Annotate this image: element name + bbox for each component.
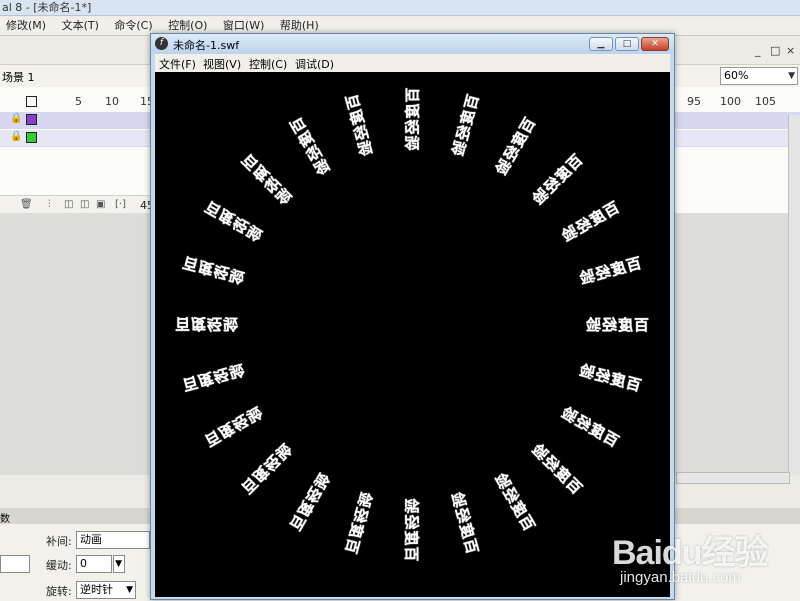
horizontal-scrollbar[interactable] [676, 472, 790, 484]
ring-text-label: 百度经验 [285, 469, 333, 534]
rotate-select[interactable]: 逆时针 ▼ [76, 581, 136, 599]
swf-menu-view[interactable]: 视图(V) [203, 56, 241, 72]
swf-menu-control[interactable]: 控制(C) [249, 56, 287, 72]
ring-text-label: 百度经验 [585, 315, 650, 334]
tween-value: 动画 [80, 533, 102, 546]
baidu-jingyan-watermark: Baidu经验 jingyan.baidu.com [612, 525, 797, 597]
ring-text-label: 百度经验 [237, 439, 296, 498]
ruler-tick: 100 [720, 95, 741, 108]
maximize-button[interactable]: □ [615, 37, 639, 51]
ring-text-label: 百度经验 [557, 403, 622, 451]
ruler-tick: 105 [755, 95, 776, 108]
chevron-down-icon: ▼ [788, 71, 795, 81]
timeline-ruler-left: 5 10 15 [0, 92, 155, 110]
watermark-url: jingyan.baidu.com [620, 569, 741, 586]
swf-menu-file[interactable]: 文件(F) [159, 56, 196, 72]
watermark-logo: Baidu经验 [612, 534, 768, 572]
ring-text-label: 百度经验 [448, 92, 483, 160]
swf-menu-bar: 文件(F) 视图(V) 控制(C) 调试(D) [155, 54, 670, 72]
vertical-scrollbar[interactable] [788, 115, 800, 475]
lock-icon[interactable]: 🔒 [10, 131, 22, 142]
ease-input[interactable]: 0 [76, 555, 112, 573]
swf-window-title: 未命名-1.swf [173, 39, 240, 52]
doc-close-button[interactable]: × [786, 44, 795, 57]
ring-text-label: 百度经验 [341, 488, 376, 556]
ring-text-label: 百度经验 [201, 402, 267, 450]
ruler-tick: 10 [105, 95, 119, 108]
app-title-bar: al 8 - [未命名-1*] [0, 0, 800, 16]
ring-text-label: 百度经验 [180, 359, 248, 394]
lock-icon[interactable]: 🔒 [10, 113, 22, 124]
chevron-down-icon: ▼ [115, 559, 122, 569]
edit-multiple-icon[interactable]: ▣ [96, 199, 105, 210]
minimize-button[interactable]: ▁ [589, 37, 613, 51]
playhead-center-icon[interactable]: ⫶ [48, 199, 51, 210]
doc-minimize-button[interactable]: _ [755, 44, 761, 57]
doc-restore-button[interactable]: □ [770, 44, 780, 57]
ruler-tick: 5 [75, 95, 82, 108]
ring-text-label: 百度经验 [175, 314, 240, 333]
ring-text-label: 百度经验 [490, 469, 538, 535]
scene-label[interactable]: 场景 1 [2, 69, 35, 85]
onion-outline-icon[interactable]: ◫ [80, 199, 89, 210]
ring-text-label: 百度经验 [527, 440, 586, 499]
ring-text-label: 百度经验 [202, 197, 267, 245]
ring-text-label: 百度经验 [576, 360, 644, 395]
zoom-select[interactable]: 60% ▼ [720, 67, 798, 85]
trash-icon[interactable]: 🗑 [20, 199, 33, 210]
zoom-value: 60% [724, 69, 749, 82]
ring-text-label: 百度经验 [180, 253, 248, 288]
ease-value: 0 [80, 557, 87, 570]
swf-title-bar[interactable]: f 未命名-1.swf ▁ □ ✕ [151, 34, 674, 54]
layer-color-swatch[interactable] [26, 132, 37, 143]
onion-markers-icon[interactable]: [·] [115, 199, 126, 210]
rotate-value: 逆时针 [80, 583, 113, 596]
ring-text-label: 百度经验 [557, 198, 623, 246]
chevron-down-icon: ▼ [126, 585, 133, 595]
ring-text-label: 百度经验 [402, 496, 421, 562]
ruler-tick: 95 [687, 95, 701, 108]
ring-text-label: 百度经验 [403, 86, 422, 152]
swf-preview-window: f 未命名-1.swf ▁ □ ✕ 文件(F) 视图(V) 控制(C) 调试(D… [150, 33, 675, 600]
ring-text-label: 百度经验 [342, 92, 377, 160]
ring-text-label: 百度经验 [447, 488, 482, 556]
tween-label: 补间: [46, 535, 72, 548]
outline-icon[interactable] [26, 96, 37, 107]
timeline-toolbar: 🗑 ⫶ ◫ ◫ ▣ [·] 45 [0, 195, 160, 214]
menu-modify[interactable]: 修改(M) [0, 17, 52, 35]
rotate-label: 旋转: [46, 585, 72, 598]
timeline-ruler-right: 95 100 105 [675, 92, 800, 110]
ring-text-label: 百度经验 [576, 254, 644, 289]
tween-select[interactable]: 动画 [76, 531, 150, 549]
ring-text-label: 百度经验 [491, 114, 539, 179]
menu-text[interactable]: 文本(T) [56, 17, 105, 35]
ease-label: 缓动: [46, 559, 72, 572]
ring-text-label: 百度经验 [286, 113, 334, 179]
properties-side-field[interactable] [0, 555, 30, 573]
ring-text-label: 百度经验 [238, 149, 297, 208]
ring-text-label: 百度经验 [528, 150, 587, 209]
flash-player-icon: f [155, 37, 168, 50]
ease-dropdown[interactable]: ▼ [113, 555, 125, 573]
swf-menu-debug[interactable]: 调试(D) [295, 56, 334, 72]
onion-skin-icon[interactable]: ◫ [64, 199, 73, 210]
swf-stage: 百度经验 百度经验 百度经验 百度经验 百度经验 百度经验 百度经验 百度经验 百度经验 百度经验… [155, 72, 670, 597]
layer-color-swatch[interactable] [26, 114, 37, 125]
properties-title: 数 [0, 514, 10, 525]
close-button[interactable]: ✕ [641, 37, 669, 51]
